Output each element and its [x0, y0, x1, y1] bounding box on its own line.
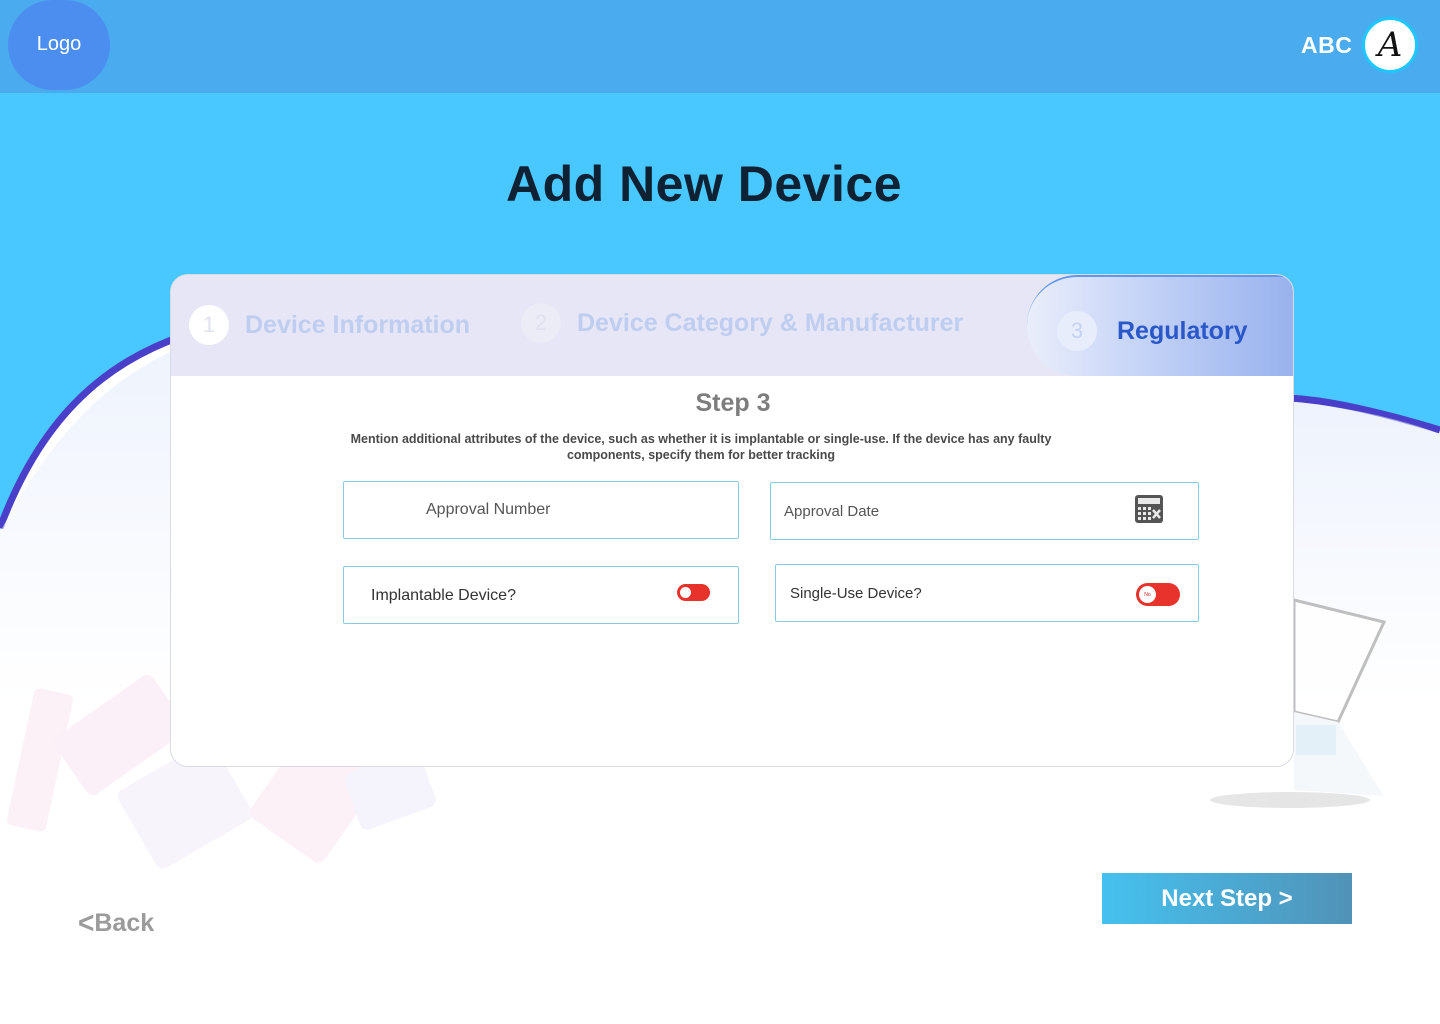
step-label: Regulatory — [1117, 316, 1248, 345]
back-button[interactable]: < Back — [78, 905, 155, 940]
approval-date-placeholder: Approval Date — [784, 502, 880, 520]
chevron-left-icon: < — [78, 905, 95, 940]
implantable-toggle[interactable] — [677, 584, 710, 601]
step-label: Device Information — [245, 310, 471, 339]
page-title: Add New Device — [505, 156, 902, 212]
step-number: 3 — [1057, 311, 1097, 351]
back-label: Back — [94, 908, 155, 937]
calendar-icon[interactable] — [1134, 494, 1164, 524]
step-number: 2 — [521, 303, 561, 343]
toggle-knob — [680, 587, 691, 598]
approval-number-placeholder: Approval Number — [426, 501, 551, 518]
step-number: 1 — [189, 305, 229, 345]
approval-number-field[interactable]: Approval Number — [343, 481, 739, 539]
single-use-toggle[interactable]: No — [1136, 583, 1180, 606]
avatar[interactable]: A — [1362, 17, 1418, 73]
step-device-category[interactable]: 2 Device Category & Manufacturer — [521, 303, 963, 343]
user-name: ABC — [1301, 32, 1353, 58]
step-description: Mention additional attributes of the dev… — [350, 432, 1052, 462]
logo[interactable]: Logo — [8, 0, 110, 90]
form-card: 1 Device Information 2 Device Category &… — [170, 274, 1294, 767]
step-label: Device Category & Manufacturer — [577, 308, 964, 337]
single-use-device-label: Single-Use Device? — [790, 584, 922, 602]
step-device-information[interactable]: 1 Device Information — [189, 305, 470, 345]
top-bar — [0, 0, 1440, 93]
step-regulatory[interactable]: 3 Regulatory — [1057, 311, 1248, 351]
approval-date-field[interactable]: Approval Date — [770, 482, 1199, 540]
next-step-button[interactable]: Next Step > — [1102, 873, 1352, 924]
stepper: 1 Device Information 2 Device Category &… — [171, 275, 1293, 376]
implantable-device-label: Implantable Device? — [371, 587, 516, 604]
step-heading: Step 3 — [695, 389, 771, 417]
implantable-device-field: Implantable Device? — [343, 566, 739, 624]
toggle-knob: No — [1139, 586, 1156, 603]
single-use-device-field: Single-Use Device? No — [775, 564, 1199, 622]
